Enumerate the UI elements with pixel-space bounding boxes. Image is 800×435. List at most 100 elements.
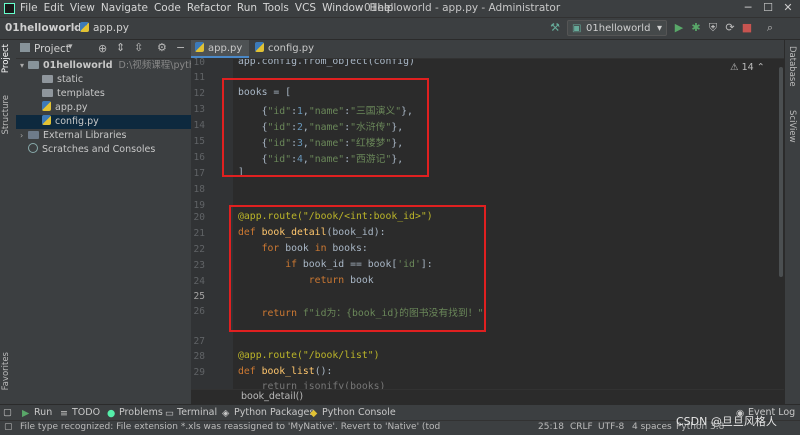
tree-item-label: Scratches and Consoles — [42, 144, 156, 155]
coverage-icon[interactable]: ⛨ — [706, 21, 720, 35]
tab-todo[interactable]: ≡ TODO — [60, 407, 100, 419]
tab-database[interactable]: Database — [787, 46, 797, 87]
line-number: 13 — [193, 104, 205, 115]
menu-refactor[interactable]: Refactor — [187, 2, 231, 14]
warning-indicator[interactable]: ⚠ 14 ⌃ — [730, 62, 765, 73]
line-number: 12 — [193, 88, 205, 99]
gear-icon[interactable]: ⚙ — [157, 41, 167, 54]
indent-setting[interactable]: 4 spaces — [632, 422, 672, 432]
menu-bar: File Edit View Navigate Code Refactor Ru… — [0, 0, 800, 18]
tree-item-label: config.py — [55, 116, 99, 127]
menu-file[interactable]: File — [20, 2, 38, 14]
breadcrumb-project[interactable]: 01helloworld — [5, 22, 82, 34]
menu-tools[interactable]: Tools — [263, 2, 289, 14]
folder-icon — [42, 89, 53, 97]
breadcrumb-file[interactable]: app.py — [93, 22, 129, 34]
menu-code[interactable]: Code — [154, 2, 181, 14]
breadcrumb-separator: › — [72, 22, 77, 34]
tree-item-external-libraries[interactable]: › External Libraries — [16, 129, 195, 143]
profile-icon[interactable]: ⟳ — [723, 21, 737, 35]
line-number: 25 — [193, 291, 205, 302]
tab-label: config.py — [268, 43, 315, 54]
code-line: app.config.from_object(config) — [238, 59, 415, 67]
menu-vcs[interactable]: VCS — [295, 2, 316, 14]
folder-icon — [28, 61, 39, 69]
tab-project[interactable]: Project — [1, 44, 11, 73]
python-console-icon: ◆ — [310, 408, 318, 419]
hide-icon[interactable]: − — [176, 41, 185, 54]
editor-scrollbar[interactable] — [778, 59, 784, 389]
editor-tabs: app.py × config.py × — [191, 40, 784, 72]
run-icon[interactable]: ▶ — [672, 21, 686, 35]
maximize-icon[interactable]: ☐ — [760, 1, 776, 15]
menu-window[interactable]: Window — [322, 2, 363, 14]
line-number: 14 — [193, 120, 205, 131]
tab-terminal[interactable]: ▭ Terminal — [165, 407, 217, 419]
caret-position[interactable]: 25:18 — [538, 422, 564, 432]
python-file-icon — [195, 42, 204, 52]
chevron-down-icon[interactable]: ▾ — [20, 59, 28, 73]
run-config-select[interactable]: ▣ 01helloworld ▾ — [567, 20, 667, 36]
run-icon: ▶ — [22, 408, 30, 419]
tree-item-label: 01helloworld — [43, 60, 113, 71]
line-number: 11 — [193, 72, 205, 83]
tab-structure[interactable]: Structure — [1, 95, 11, 135]
left-tool-strip: Project Structure Favorites — [0, 40, 17, 404]
list-icon: ≡ — [60, 408, 68, 419]
tab-python-packages[interactable]: ◈ Python Packages — [222, 407, 314, 419]
tab-toggle-icon[interactable]: ▢ — [3, 407, 12, 418]
collapse-all-icon[interactable]: ⇳ — [134, 41, 143, 54]
minimize-icon[interactable]: ─ — [740, 1, 756, 15]
line-number: 27 — [193, 336, 205, 347]
chevron-down-icon[interactable]: ▾ — [68, 42, 73, 52]
line-number: 29 — [193, 367, 205, 378]
packages-icon: ◈ — [222, 408, 230, 419]
highlight-box-book-detail — [229, 205, 486, 332]
line-separator[interactable]: CRLF — [570, 422, 593, 432]
warning-icon: ⚠ — [730, 62, 739, 73]
line-number: 10 — [193, 57, 205, 68]
editor-breadcrumb: book_detail() — [191, 389, 784, 405]
file-encoding[interactable]: UTF-8 — [598, 422, 624, 432]
stop-icon[interactable]: ■ — [740, 21, 754, 35]
menu-edit[interactable]: Edit — [44, 2, 64, 14]
line-number: 15 — [193, 136, 205, 147]
warning-count: 14 — [741, 62, 754, 73]
search-icon[interactable]: ⌕ — [763, 21, 777, 35]
tab-app-py[interactable]: app.py × — [191, 40, 249, 72]
scrollbar-thumb[interactable] — [779, 67, 783, 277]
locate-icon[interactable]: ⊕ — [98, 42, 107, 55]
python-file-icon — [255, 42, 264, 52]
expand-all-icon[interactable]: ⇕ — [116, 41, 125, 54]
project-panel-title[interactable]: Project — [34, 43, 70, 55]
tab-sciview[interactable]: SciView — [787, 110, 797, 143]
tree-item-root[interactable]: ▾ 01helloworld D:\视频课程\python\ — [16, 59, 195, 73]
chevron-up-icon[interactable]: ⌃ — [757, 62, 765, 73]
tab-problems[interactable]: ● Problems — [107, 407, 163, 419]
tree-item-label: External Libraries — [43, 130, 127, 141]
debug-icon[interactable]: ✱ — [689, 21, 703, 35]
breadcrumb-function[interactable]: book_detail() — [241, 391, 303, 402]
menu-navigate[interactable]: Navigate — [101, 2, 148, 14]
status-message[interactable]: File type recognized: File extension *.x… — [20, 422, 440, 432]
scratches-icon — [28, 143, 38, 153]
pycharm-logo-icon — [4, 3, 15, 14]
tree-item-scratches[interactable]: Scratches and Consoles — [16, 143, 203, 157]
project-panel-header: Project ▾ ⊕ ⇕ ⇳ ⚙ − — [16, 40, 191, 59]
menu-run[interactable]: Run — [237, 2, 257, 14]
chevron-right-icon[interactable]: › — [20, 129, 28, 143]
tab-run[interactable]: ▶ Run — [22, 407, 52, 419]
tree-item-label: templates — [57, 88, 105, 99]
highlight-box-books — [222, 78, 429, 177]
tree-item-label: app.py — [55, 102, 88, 113]
close-icon[interactable]: ✕ — [780, 1, 796, 15]
line-number: 26 — [193, 306, 205, 317]
tab-config-py[interactable]: config.py × — [251, 40, 321, 72]
tab-favorites[interactable]: Favorites — [1, 352, 11, 390]
status-toggle-icon[interactable]: ▢ — [4, 422, 13, 432]
tab-python-console[interactable]: ◆ Python Console — [310, 407, 396, 419]
code-line: def book_list(): — [238, 366, 333, 377]
build-icon[interactable]: ⚒ — [548, 21, 562, 35]
menu-view[interactable]: View — [70, 2, 95, 14]
breadcrumb-file-icon — [80, 22, 93, 34]
